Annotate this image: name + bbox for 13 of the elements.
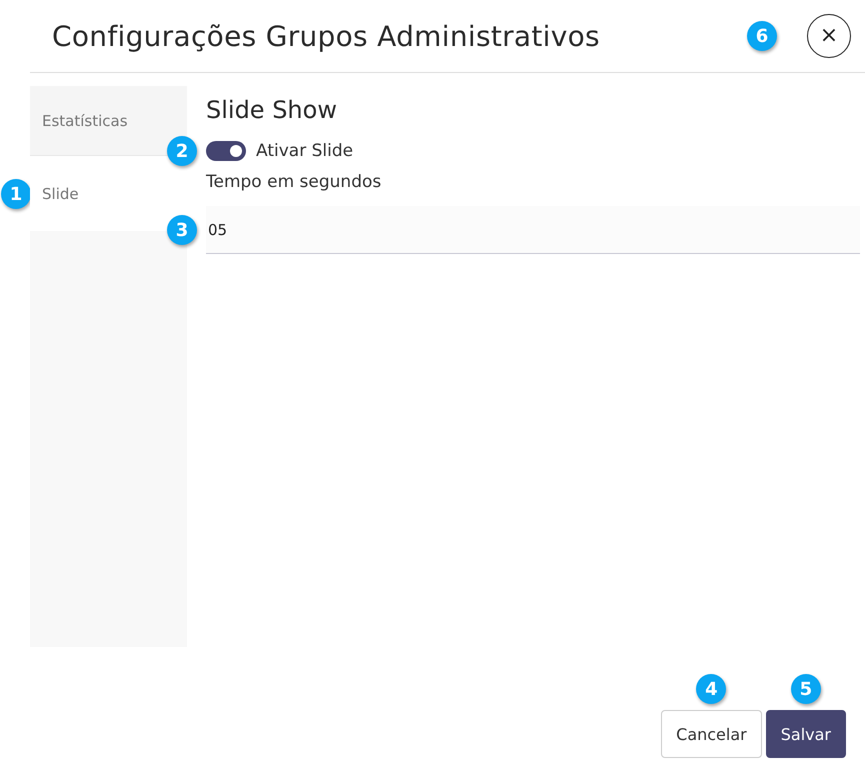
callout-badge: 1 <box>1 179 31 209</box>
toggle-label: Ativar Slide <box>256 141 354 161</box>
callout-badge: 4 <box>696 674 726 704</box>
close-button[interactable]: × <box>807 14 851 58</box>
cancel-button[interactable]: Cancelar <box>661 710 762 758</box>
field-label: Tempo em segundos <box>206 171 382 194</box>
save-button[interactable]: Salvar <box>766 710 846 758</box>
toggle-switch[interactable] <box>206 141 246 161</box>
dialog-title: Configurações Grupos Administrativos <box>52 20 600 52</box>
callout-badge: 5 <box>790 674 821 704</box>
callout-badge: 6 <box>747 21 777 51</box>
section-heading: Slide Show <box>206 96 338 126</box>
input-field[interactable]: 05 <box>206 206 860 254</box>
